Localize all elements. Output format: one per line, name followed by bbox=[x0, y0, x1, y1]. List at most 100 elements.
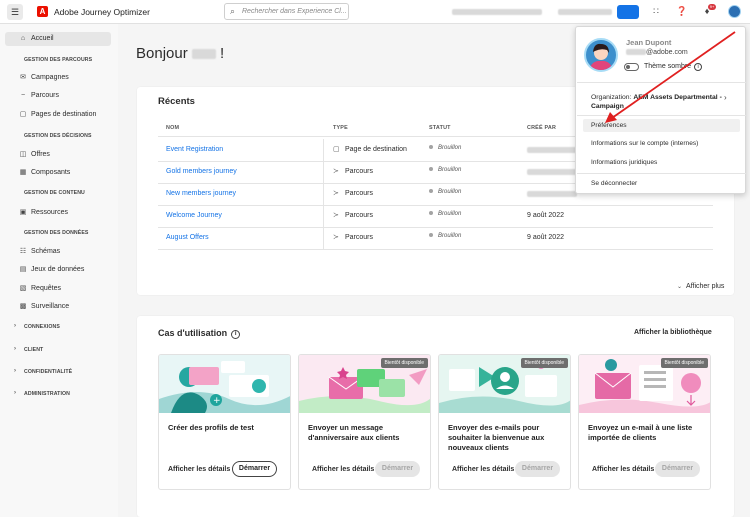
query-icon: ▧ bbox=[19, 285, 27, 292]
view-library-link[interactable]: Afficher la bibliothèque bbox=[634, 329, 712, 336]
use-case-title: Envoyer un message d'anniversaire aux cl… bbox=[308, 423, 400, 442]
sidebar-item-assets[interactable]: ▣ Ressources bbox=[18, 208, 68, 216]
column-header-status[interactable]: STATUT bbox=[429, 125, 451, 131]
status-badge: Brouillon bbox=[429, 189, 461, 195]
sidebar-item-monitoring[interactable]: ▩ Surveillance bbox=[18, 302, 69, 310]
menu-item-account-info[interactable]: Informations sur le compte (internes) bbox=[591, 140, 698, 147]
sidebar-item-components[interactable]: ▦ Composants bbox=[18, 168, 71, 176]
sidebar-section-administration[interactable]: › ADMINISTRATION bbox=[14, 390, 70, 397]
chevron-right-icon: › bbox=[14, 346, 17, 352]
view-details-link[interactable]: Afficher les détails bbox=[452, 466, 514, 473]
sidebar-section-connections[interactable]: › CONNEXIONS bbox=[14, 323, 60, 330]
row-name[interactable]: Gold members journey bbox=[166, 168, 237, 175]
view-details-link[interactable]: Afficher les détails bbox=[592, 466, 654, 473]
avatar[interactable] bbox=[728, 5, 741, 18]
sidebar-section-privacy[interactable]: › CONFIDENTIALITÉ bbox=[14, 368, 72, 375]
sidebar-section-data: GESTION DES DONNÉES bbox=[24, 230, 89, 236]
search-placeholder: Rechercher dans Experience Cl... bbox=[242, 8, 347, 15]
use-case-card: Bientôt disponible Envoyer un message d'… bbox=[298, 354, 431, 490]
notification-badge: 9+ bbox=[708, 4, 716, 10]
status-badge: Brouillon bbox=[429, 145, 461, 151]
sidebar-item-campaigns[interactable]: ✉ Campagnes bbox=[18, 73, 69, 81]
prod-button[interactable] bbox=[617, 5, 639, 19]
info-icon[interactable]: i bbox=[694, 63, 703, 71]
components-icon: ▦ bbox=[19, 169, 27, 176]
page-title: Bonjour ! bbox=[136, 45, 225, 62]
start-button[interactable]: Démarrer bbox=[655, 461, 700, 477]
sidebar-section-decisions: GESTION DES DÉCISIONS bbox=[24, 133, 92, 139]
sidebar-item-offers[interactable]: ◫ Offres bbox=[18, 150, 50, 158]
help-icon[interactable]: ❓ bbox=[676, 6, 688, 17]
search-input[interactable]: ⌕ Rechercher dans Experience Cl... bbox=[224, 3, 349, 20]
divider bbox=[323, 183, 324, 205]
profile-menu: Jean Dupont @adobe.com Thème sombre i Org… bbox=[575, 26, 746, 194]
column-header-name[interactable]: NOM bbox=[166, 125, 179, 131]
top-bar: ☰ A Adobe Journey Optimizer ⌕ Rechercher… bbox=[0, 0, 750, 24]
profile-email: @adobe.com bbox=[626, 49, 688, 56]
row-name[interactable]: New members journey bbox=[166, 190, 236, 197]
sidebar-item-datasets[interactable]: ▤ Jeux de données bbox=[18, 265, 85, 273]
start-button[interactable]: Démarrer bbox=[232, 461, 277, 477]
use-cases-card: Cas d'utilisation i Afficher la bibliothè… bbox=[137, 316, 734, 517]
view-details-link[interactable]: Afficher les détails bbox=[312, 466, 374, 473]
megaphone-icon: ✉ bbox=[20, 74, 26, 81]
app-title: Adobe Journey Optimizer bbox=[54, 7, 150, 17]
row-type: ≻ Parcours bbox=[333, 212, 374, 219]
profile-avatar bbox=[584, 38, 618, 72]
journey-icon: ≻ bbox=[333, 234, 339, 241]
status-badge: Brouillon bbox=[429, 211, 461, 217]
use-case-illustration: + bbox=[159, 355, 290, 413]
use-case-card: + Créer des profils de test Afficher les… bbox=[158, 354, 291, 490]
journey-icon: − bbox=[20, 92, 26, 99]
view-details-link[interactable]: Afficher les détails bbox=[168, 466, 230, 473]
sidebar-item-journeys[interactable]: − Parcours bbox=[18, 92, 59, 99]
row-name[interactable]: August Offers bbox=[166, 234, 209, 241]
row-date bbox=[527, 191, 577, 197]
table-row[interactable]: August Offers ≻ Parcours Brouillon 9 août… bbox=[137, 227, 734, 249]
status-badge: Brouillon bbox=[429, 233, 461, 239]
sidebar-item-landing-pages[interactable]: ▢ Pages de destination bbox=[18, 110, 97, 118]
status-dot bbox=[429, 233, 433, 238]
table-row[interactable]: Welcome Journey ≻ Parcours Brouillon 9 ao… bbox=[137, 205, 734, 227]
org-switcher[interactable] bbox=[452, 9, 542, 15]
monitoring-icon: ▩ bbox=[19, 303, 27, 310]
sidebar: ⌂ Accueil GESTION DES PARCOURS ✉ Campagnes… bbox=[0, 24, 118, 517]
sidebar-item-home[interactable]: ⌂ Accueil bbox=[5, 32, 111, 46]
sandbox-switcher[interactable] bbox=[558, 9, 612, 15]
status-dot bbox=[429, 189, 433, 194]
use-case-title: Envoyer des e-mails pour souhaiter la bi… bbox=[448, 423, 545, 452]
row-name[interactable]: Welcome Journey bbox=[166, 212, 222, 219]
status-dot bbox=[429, 211, 433, 216]
dark-theme-toggle[interactable] bbox=[624, 63, 639, 71]
organization-selector[interactable]: Organization: AEM Assets Departmental - … bbox=[591, 93, 731, 111]
menu-item-legal[interactable]: Informations juridiques bbox=[591, 159, 657, 166]
offers-icon: ◫ bbox=[19, 151, 27, 158]
menu-item-sign-out[interactable]: Se déconnecter bbox=[591, 180, 637, 187]
sidebar-section-customer[interactable]: › CLIENT bbox=[14, 346, 43, 353]
row-date: 9 août 2022 bbox=[527, 234, 564, 241]
apps-grid-icon[interactable]: ∷ bbox=[650, 6, 662, 17]
status-badge: Brouillon bbox=[429, 167, 461, 173]
sidebar-section-journeys: GESTION DES PARCOURS bbox=[24, 57, 93, 63]
column-header-created-by[interactable]: CRÉÉ PAR bbox=[527, 125, 556, 131]
column-header-type[interactable]: TYPE bbox=[333, 125, 348, 131]
info-icon[interactable]: i bbox=[231, 330, 241, 339]
chevron-right-icon: › bbox=[724, 93, 727, 102]
status-dot bbox=[429, 145, 433, 150]
start-button[interactable]: Démarrer bbox=[375, 461, 420, 477]
chevron-down-icon: ⌄ bbox=[677, 284, 683, 290]
profile-name: Jean Dupont bbox=[626, 38, 672, 47]
sidebar-item-queries[interactable]: ▧ Requêtes bbox=[18, 284, 61, 292]
page-icon: ▢ bbox=[333, 146, 340, 153]
divider bbox=[323, 139, 324, 161]
sidebar-item-schemas[interactable]: ☷ Schémas bbox=[18, 247, 60, 255]
adobe-logo: A bbox=[37, 6, 48, 17]
row-name[interactable]: Event Registration bbox=[166, 146, 223, 153]
divider bbox=[323, 161, 324, 183]
hamburger-icon[interactable]: ☰ bbox=[7, 4, 23, 20]
show-more-button[interactable]: ⌄ Afficher plus bbox=[677, 283, 724, 290]
start-button[interactable]: Démarrer bbox=[515, 461, 560, 477]
menu-item-preferences[interactable]: Préférences bbox=[591, 122, 627, 129]
divider bbox=[577, 82, 746, 83]
profiles-illustration: + bbox=[159, 355, 290, 413]
